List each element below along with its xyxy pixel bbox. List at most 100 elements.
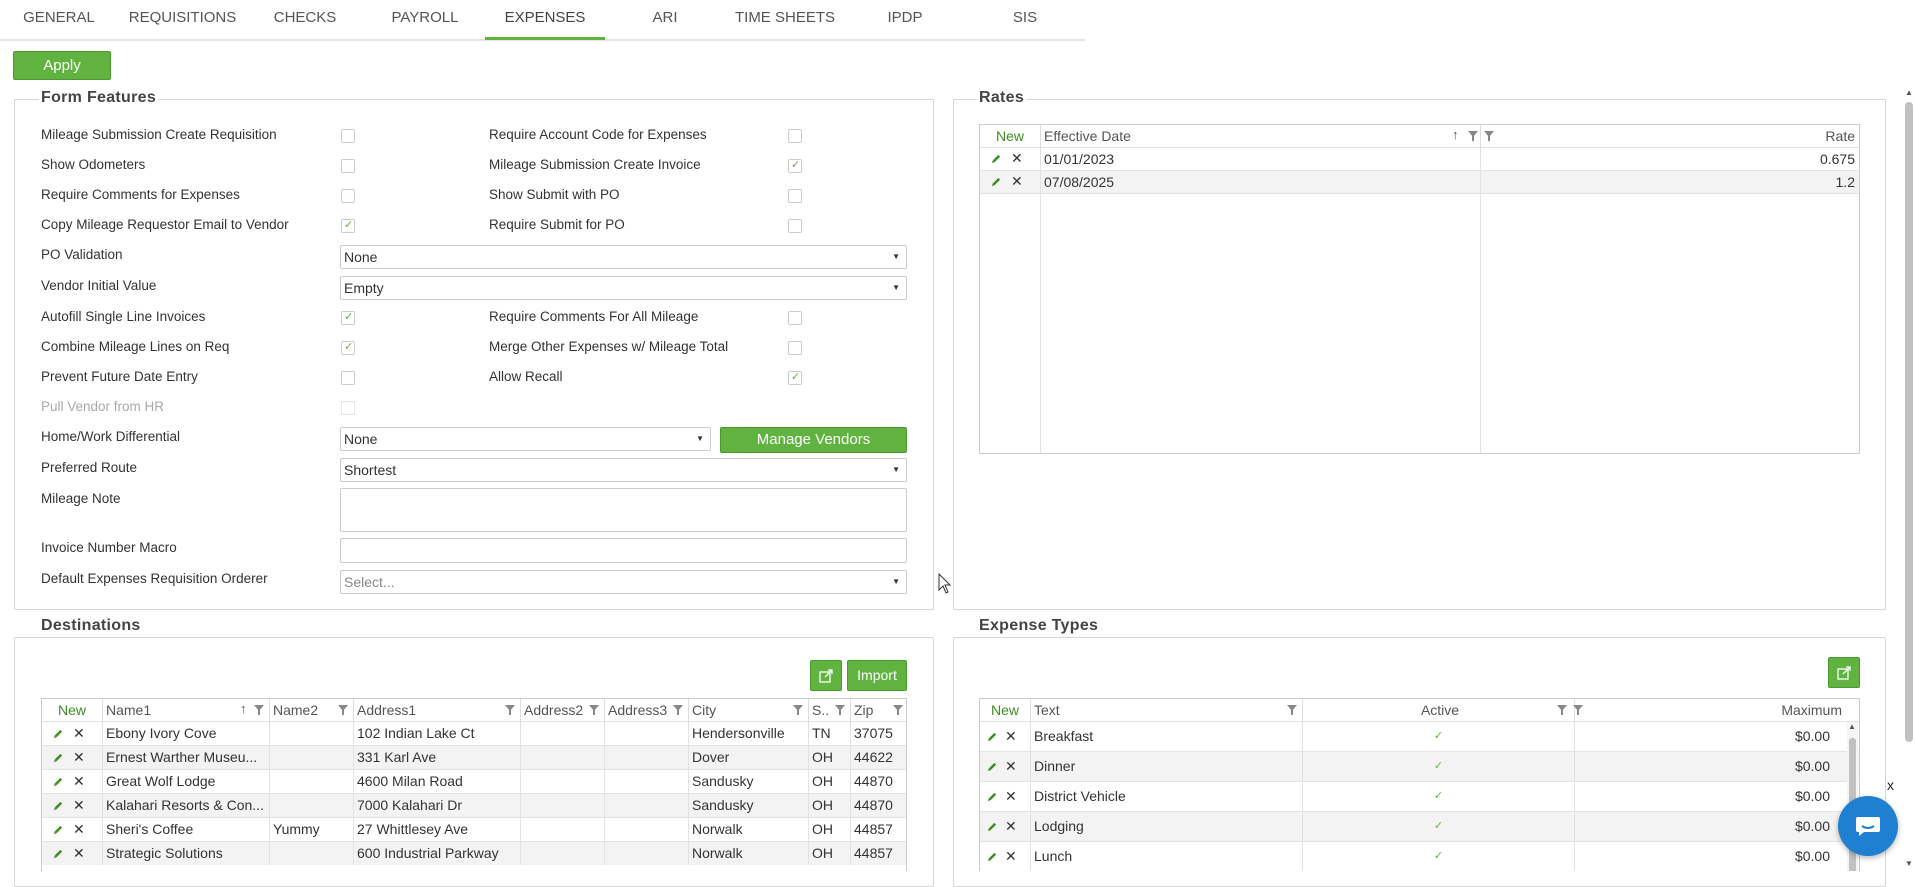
edit-icon[interactable] bbox=[987, 761, 998, 772]
scroll-down-icon[interactable]: ▼ bbox=[1905, 859, 1913, 868]
combine-mileage-lines-checkbox[interactable]: ✓ bbox=[341, 341, 355, 355]
delete-icon[interactable]: ✕ bbox=[1005, 849, 1017, 863]
filter-icon[interactable] bbox=[338, 705, 348, 715]
vendor-initial-value-select[interactable]: Empty ▼ bbox=[340, 276, 907, 300]
delete-icon[interactable]: ✕ bbox=[73, 750, 85, 764]
edit-icon[interactable] bbox=[53, 848, 64, 859]
edit-icon[interactable] bbox=[991, 153, 1002, 164]
edit-icon[interactable] bbox=[53, 824, 64, 835]
rates-header-effective-date[interactable]: Effective Date bbox=[1041, 125, 1481, 147]
tab-sis[interactable]: SIS bbox=[975, 0, 1075, 40]
edit-icon[interactable] bbox=[987, 731, 998, 742]
tab-ipdp[interactable]: IPDP bbox=[855, 0, 955, 40]
edit-icon[interactable] bbox=[987, 791, 998, 802]
delete-icon[interactable]: ✕ bbox=[1011, 174, 1023, 188]
invoice-number-macro-input[interactable] bbox=[340, 538, 907, 563]
cell-active: ✓ bbox=[1303, 842, 1575, 871]
po-validation-select[interactable]: None ▼ bbox=[340, 245, 907, 269]
merge-other-expenses-checkbox[interactable] bbox=[788, 341, 802, 355]
delete-icon[interactable]: ✕ bbox=[1005, 819, 1017, 833]
chat-widget-button[interactable] bbox=[1838, 796, 1898, 856]
table-row: ✕ Sheri's Coffee Yummy 27 Whittlesey Ave Nor… bbox=[42, 817, 906, 841]
rates-header-rate[interactable]: Rate bbox=[1481, 125, 1859, 147]
edit-icon[interactable] bbox=[53, 776, 64, 787]
sort-asc-icon[interactable]: ↑ bbox=[240, 701, 247, 716]
delete-icon[interactable]: ✕ bbox=[73, 726, 85, 740]
edit-icon[interactable] bbox=[991, 176, 1002, 187]
export-button[interactable] bbox=[1828, 657, 1860, 688]
tab-time-sheets[interactable]: TIME SHEETS bbox=[725, 0, 845, 40]
cell-address3 bbox=[605, 842, 689, 865]
mileage-submission-create-requisition-checkbox[interactable] bbox=[341, 129, 355, 143]
tab-payroll[interactable]: PAYROLL bbox=[375, 0, 475, 40]
prevent-future-date-checkbox[interactable] bbox=[341, 371, 355, 385]
destinations-new-button[interactable]: New bbox=[42, 699, 103, 721]
edit-icon[interactable] bbox=[987, 851, 998, 862]
rates-new-button[interactable]: New bbox=[980, 125, 1041, 147]
tab-expenses[interactable]: EXPENSES bbox=[485, 0, 605, 40]
mileage-submission-create-invoice-checkbox[interactable]: ✓ bbox=[788, 159, 802, 173]
filter-icon[interactable] bbox=[505, 705, 515, 715]
apply-button[interactable]: Apply bbox=[13, 51, 111, 80]
tab-checks[interactable]: CHECKS bbox=[255, 0, 355, 40]
home-work-differential-select[interactable]: None ▼ bbox=[340, 427, 711, 451]
mileage-note-textarea[interactable] bbox=[340, 488, 907, 532]
filter-icon[interactable] bbox=[1557, 705, 1567, 715]
expense-types-new-button[interactable]: New bbox=[980, 699, 1031, 721]
delete-icon[interactable]: ✕ bbox=[73, 846, 85, 860]
scroll-up-icon[interactable]: ▲ bbox=[1848, 722, 1856, 731]
show-odometers-checkbox[interactable] bbox=[341, 159, 355, 173]
autofill-single-line-invoices-checkbox[interactable]: ✓ bbox=[341, 311, 355, 325]
scroll-up-icon[interactable]: ▲ bbox=[1905, 88, 1913, 97]
page-scrollbar[interactable]: ▲ ▼ bbox=[1903, 88, 1915, 871]
edit-icon[interactable] bbox=[53, 800, 64, 811]
copy-mileage-requestor-email-checkbox[interactable]: ✓ bbox=[341, 219, 355, 233]
delete-icon[interactable]: ✕ bbox=[73, 822, 85, 836]
filter-icon[interactable] bbox=[673, 705, 683, 715]
filter-icon[interactable] bbox=[893, 705, 903, 715]
filter-icon[interactable] bbox=[589, 705, 599, 715]
delete-icon[interactable]: ✕ bbox=[1005, 789, 1017, 803]
delete-icon[interactable]: ✕ bbox=[73, 774, 85, 788]
tab-ari[interactable]: ARI bbox=[615, 0, 715, 40]
tab-general[interactable]: GENERAL bbox=[10, 0, 108, 40]
filter-icon[interactable] bbox=[1287, 705, 1297, 715]
chat-close-button[interactable]: x bbox=[1887, 777, 1894, 793]
import-button[interactable]: Import bbox=[847, 660, 907, 691]
tab-requisitions[interactable]: REQUISITIONS bbox=[115, 0, 250, 40]
delete-icon[interactable]: ✕ bbox=[73, 798, 85, 812]
export-button[interactable] bbox=[810, 660, 842, 691]
effective-date-header-label: Effective Date bbox=[1044, 128, 1131, 144]
delete-icon[interactable]: ✕ bbox=[1011, 151, 1023, 165]
prevent-future-date-label: Prevent Future Date Entry bbox=[41, 369, 198, 384]
header-text[interactable]: Text bbox=[1031, 699, 1303, 721]
delete-icon[interactable]: ✕ bbox=[1005, 759, 1017, 773]
require-submit-for-po-checkbox[interactable] bbox=[788, 219, 802, 233]
cell-zip: 37075 bbox=[854, 725, 893, 741]
scrollbar-thumb[interactable] bbox=[1905, 102, 1913, 742]
require-account-code-checkbox[interactable] bbox=[788, 129, 802, 143]
filter-icon[interactable] bbox=[254, 705, 264, 715]
cell-address3 bbox=[605, 746, 689, 769]
filter-icon[interactable] bbox=[1468, 131, 1478, 141]
header-address1[interactable]: Address1 bbox=[354, 699, 521, 721]
filter-icon[interactable] bbox=[835, 705, 845, 715]
home-work-differential-value: None bbox=[344, 431, 378, 447]
default-orderer-select[interactable]: Select... ▼ bbox=[340, 570, 907, 594]
manage-vendors-button[interactable]: Manage Vendors bbox=[720, 427, 907, 453]
preferred-route-select[interactable]: Shortest ▼ bbox=[340, 458, 907, 482]
header-city[interactable]: City bbox=[689, 699, 809, 721]
allow-recall-checkbox[interactable]: ✓ bbox=[788, 371, 802, 385]
header-maximum[interactable]: Maximum bbox=[1575, 699, 1848, 721]
filter-icon[interactable] bbox=[793, 705, 803, 715]
edit-icon[interactable] bbox=[53, 752, 64, 763]
sort-asc-icon[interactable]: ↑ bbox=[1452, 127, 1459, 142]
require-comments-expenses-checkbox[interactable] bbox=[341, 189, 355, 203]
edit-icon[interactable] bbox=[53, 728, 64, 739]
show-submit-with-po-checkbox[interactable] bbox=[788, 189, 802, 203]
header-active[interactable]: Active bbox=[1303, 699, 1575, 721]
cell-address2 bbox=[521, 722, 605, 745]
require-comments-all-mileage-checkbox[interactable] bbox=[788, 311, 802, 325]
edit-icon[interactable] bbox=[987, 821, 998, 832]
delete-icon[interactable]: ✕ bbox=[1005, 729, 1017, 743]
